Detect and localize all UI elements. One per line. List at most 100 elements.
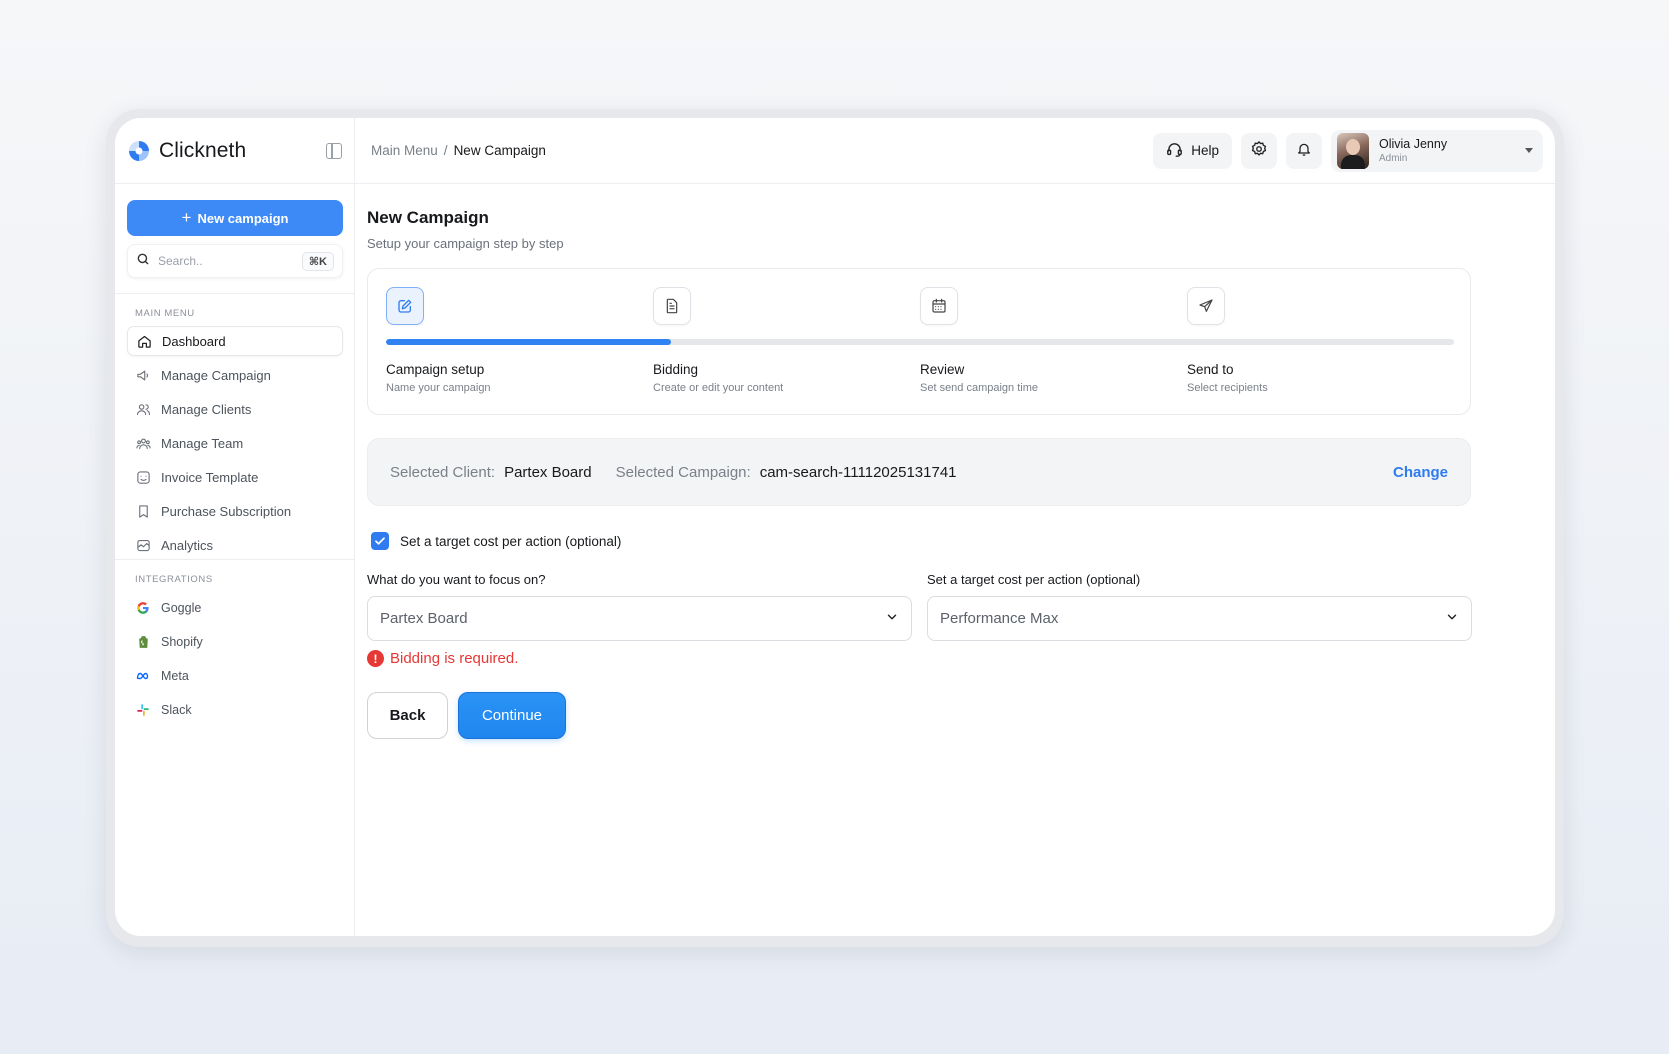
breadcrumb-root[interactable]: Main Menu bbox=[371, 143, 438, 158]
selected-campaign-value: cam-search-11112025131741 bbox=[759, 463, 957, 481]
chevron-down-icon bbox=[885, 610, 899, 628]
check-icon bbox=[375, 537, 385, 545]
megaphone-icon bbox=[135, 367, 151, 383]
page-subtitle: Setup your campaign step by step bbox=[367, 236, 564, 251]
step-description: Set send campaign time bbox=[920, 382, 1039, 394]
calendar-icon bbox=[920, 287, 958, 325]
back-button[interactable]: Back bbox=[367, 692, 448, 739]
integration-item-slack[interactable]: Slack bbox=[127, 695, 343, 725]
sidebar-divider bbox=[115, 293, 354, 294]
bidding-error-text: Bidding is required. bbox=[390, 650, 519, 667]
topbar: Main Menu / New Campaign Help Olivia Jen… bbox=[355, 118, 1555, 184]
help-button[interactable]: Help bbox=[1153, 132, 1232, 169]
app-window: Clickneth + New campaign ⌘K MAIN MENU Da… bbox=[115, 118, 1555, 936]
settings-button[interactable] bbox=[1241, 132, 1277, 169]
focus-select[interactable]: Partex Board bbox=[367, 596, 912, 641]
integration-item-meta[interactable]: Meta bbox=[127, 661, 343, 691]
shopify-icon bbox=[135, 634, 151, 650]
sidebar-item-label: Invoice Template bbox=[161, 469, 259, 485]
breadcrumb-separator: / bbox=[443, 143, 448, 158]
gear-icon bbox=[1250, 140, 1268, 161]
focus-field: What do you want to focus on? Partex Boa… bbox=[367, 572, 912, 641]
target-cpa-checkbox-row[interactable]: Set a target cost per action (optional) bbox=[371, 532, 621, 550]
target-cpa-checkbox[interactable] bbox=[371, 532, 389, 550]
main-menu-label: MAIN MENU bbox=[135, 308, 195, 319]
continue-button[interactable]: Continue bbox=[458, 692, 566, 739]
google-icon bbox=[135, 600, 151, 616]
user-menu[interactable]: Olivia Jenny Admin bbox=[1331, 129, 1543, 172]
sidebar-item-analytics[interactable]: Analytics bbox=[127, 530, 343, 560]
sidebar-item-label: Purchase Subscription bbox=[161, 503, 292, 519]
sidebar-item-label: Manage Team bbox=[161, 435, 244, 451]
notifications-button[interactable] bbox=[1286, 132, 1322, 169]
user-name: Olivia Jenny bbox=[1379, 137, 1448, 151]
plus-icon: + bbox=[181, 207, 192, 227]
bookmark-icon bbox=[135, 503, 151, 519]
step-title: Campaign setup bbox=[386, 362, 485, 377]
integration-item-google[interactable]: Goggle bbox=[127, 593, 343, 623]
new-campaign-label: New campaign bbox=[197, 210, 289, 226]
sidebar-search[interactable]: ⌘K bbox=[127, 244, 343, 278]
integration-item-shopify[interactable]: Shopify bbox=[127, 627, 343, 657]
slack-icon bbox=[135, 702, 151, 718]
document-icon bbox=[653, 287, 691, 325]
progress-fill bbox=[386, 339, 672, 345]
integration-label: Goggle bbox=[161, 601, 202, 615]
search-input[interactable] bbox=[158, 254, 298, 268]
main-area: Main Menu / New Campaign Help Olivia Jen… bbox=[355, 118, 1555, 936]
brand-name: Clickneth bbox=[159, 138, 247, 162]
cpa-select-value: Performance Max bbox=[940, 610, 1059, 627]
chevron-down-icon bbox=[1445, 610, 1459, 628]
bidding-error: ! Bidding is required. bbox=[367, 650, 518, 667]
avatar bbox=[1337, 132, 1369, 169]
step-title: Send to bbox=[1187, 362, 1234, 377]
main-menu-nav: Dashboard Manage Campaign Manage Clients… bbox=[127, 326, 343, 564]
sidebar-collapse-icon[interactable] bbox=[326, 142, 342, 159]
headset-icon bbox=[1166, 141, 1183, 161]
cpa-field-label: Set a target cost per action (optional) bbox=[927, 572, 1141, 587]
integration-label: Slack bbox=[161, 703, 192, 717]
breadcrumb: Main Menu / New Campaign bbox=[371, 143, 546, 158]
sidebar-item-label: Analytics bbox=[161, 537, 214, 553]
sidebar-item-label: Manage Clients bbox=[161, 401, 252, 417]
step-description: Name your campaign bbox=[386, 382, 491, 394]
meta-icon bbox=[135, 668, 151, 684]
sidebar-item-dashboard[interactable]: Dashboard bbox=[127, 326, 343, 356]
target-cpa-checkbox-label: Set a target cost per action (optional) bbox=[400, 533, 622, 549]
invoice-icon bbox=[135, 469, 151, 485]
selected-client-value: Partex Board bbox=[504, 463, 592, 481]
user-role: Admin bbox=[1379, 153, 1408, 164]
sidebar-item-manage-team[interactable]: Manage Team bbox=[127, 428, 343, 458]
sidebar-item-purchase-subscription[interactable]: Purchase Subscription bbox=[127, 496, 343, 526]
integration-label: Shopify bbox=[161, 635, 203, 649]
users-icon bbox=[135, 401, 151, 417]
progress-track bbox=[386, 339, 1454, 345]
selected-campaign-label: Selected Campaign: bbox=[615, 463, 751, 481]
top-actions: Help Olivia Jenny Admin bbox=[1153, 129, 1543, 172]
new-campaign-button[interactable]: + New campaign bbox=[127, 200, 343, 236]
sidebar-item-manage-clients[interactable]: Manage Clients bbox=[127, 394, 343, 424]
help-label: Help bbox=[1191, 143, 1219, 158]
integrations-label: INTEGRATIONS bbox=[135, 574, 213, 585]
alert-icon: ! bbox=[367, 650, 384, 667]
focus-select-value: Partex Board bbox=[380, 610, 468, 627]
integration-label: Meta bbox=[161, 669, 189, 683]
step-title: Bidding bbox=[653, 362, 699, 377]
brand-header: Clickneth bbox=[115, 118, 354, 184]
send-icon bbox=[1187, 287, 1225, 325]
step-description: Create or edit your content bbox=[653, 382, 784, 394]
sidebar: Clickneth + New campaign ⌘K MAIN MENU Da… bbox=[115, 118, 355, 936]
selected-client-label: Selected Client: bbox=[390, 463, 496, 481]
sidebar-item-label: Manage Campaign bbox=[161, 367, 271, 383]
breadcrumb-current: New Campaign bbox=[453, 143, 546, 158]
search-shortcut-badge: ⌘K bbox=[301, 251, 334, 271]
campaign-stepper: Campaign setup Name your campaign Biddin… bbox=[367, 268, 1471, 415]
analytics-icon bbox=[135, 537, 151, 553]
chevron-down-icon bbox=[1525, 148, 1533, 153]
cpa-select[interactable]: Performance Max bbox=[927, 596, 1472, 641]
change-link[interactable]: Change bbox=[1393, 464, 1448, 481]
integrations-nav: Goggle Shopify Meta Slack bbox=[127, 593, 343, 729]
page-title: New Campaign bbox=[367, 208, 489, 227]
sidebar-item-invoice-template[interactable]: Invoice Template bbox=[127, 462, 343, 492]
sidebar-item-manage-campaign[interactable]: Manage Campaign bbox=[127, 360, 343, 390]
